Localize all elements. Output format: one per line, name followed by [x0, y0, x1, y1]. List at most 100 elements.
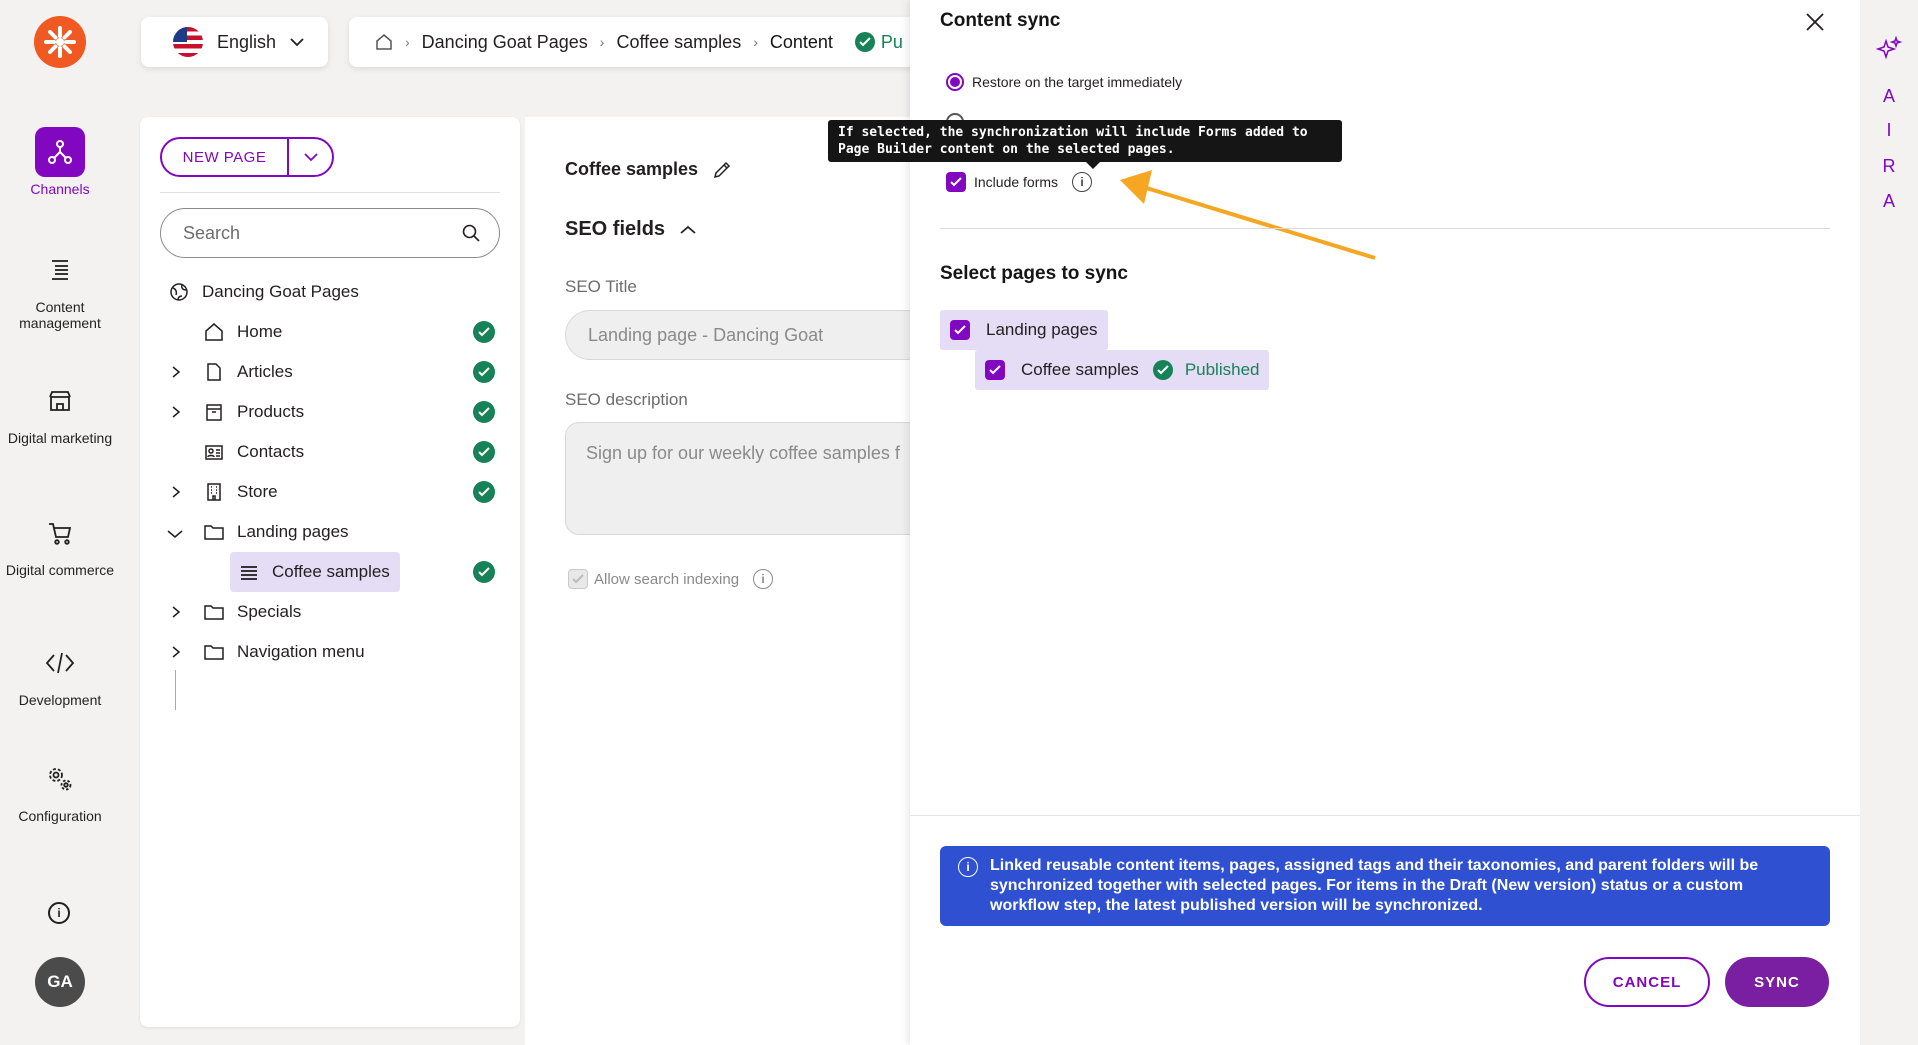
new-page-button-group: NEW PAGE: [160, 137, 334, 177]
nav-digital-marketing[interactable]: Digital marketing: [0, 376, 120, 446]
published-check-icon: [473, 481, 495, 503]
published-check-icon: [473, 561, 495, 583]
divider: [940, 228, 1830, 229]
cancel-button[interactable]: CANCEL: [1584, 957, 1710, 1007]
archive-icon: [203, 401, 225, 423]
info-icon[interactable]: i: [753, 569, 774, 589]
published-check-icon: [1152, 360, 1173, 380]
page-title: Coffee samples: [565, 159, 732, 180]
gears-icon: [35, 754, 85, 804]
nav-digital-marketing-label: Digital marketing: [7, 430, 113, 446]
status-badge: Published: [1152, 360, 1260, 380]
select-pages-title: Select pages to sync: [940, 263, 1128, 284]
close-icon[interactable]: [1803, 10, 1827, 34]
sparkle-icon[interactable]: [1876, 36, 1902, 62]
nav-content-management[interactable]: Content management: [0, 245, 120, 331]
nav-development[interactable]: Development: [0, 638, 120, 708]
sync-item-coffee-samples[interactable]: Coffee samples Published: [975, 350, 1270, 390]
tree-item-landing-pages[interactable]: Landing pages: [203, 512, 349, 552]
nav-channels[interactable]: Channels: [0, 127, 120, 197]
breadcrumb-item[interactable]: Coffee samples: [616, 32, 741, 53]
sync-item-label: Landing pages: [986, 320, 1098, 339]
chevron-right-icon[interactable]: [170, 646, 182, 658]
annotation-arrow: [1120, 170, 1376, 260]
checkbox[interactable]: [985, 360, 1005, 380]
radio-label: Restore on the target immediately: [972, 74, 1183, 90]
new-page-dropdown[interactable]: [289, 152, 332, 162]
tree-item-articles[interactable]: Articles: [203, 352, 293, 392]
list-icon: [238, 561, 260, 583]
left-navigation: Channels Content management Digital mark…: [0, 0, 120, 1045]
contact-card-icon: [203, 441, 225, 463]
allow-search-indexing[interactable]: Allow search indexing i: [568, 569, 774, 589]
nav-development-label: Development: [18, 692, 102, 708]
new-page-button[interactable]: NEW PAGE: [162, 139, 289, 175]
chevron-down-icon: [290, 38, 304, 47]
channels-icon: [35, 127, 85, 177]
allow-indexing-checkbox[interactable]: [568, 569, 588, 589]
include-forms-label: Include forms: [974, 174, 1059, 190]
page-tree-panel: NEW PAGE Search Dancing Goat Pages Home …: [140, 117, 520, 1027]
info-icon[interactable]: i: [1072, 172, 1093, 192]
language-selector[interactable]: English: [141, 17, 328, 67]
folder-icon: [203, 521, 225, 543]
info-icon[interactable]: i: [48, 902, 70, 924]
published-check-icon: [473, 401, 495, 423]
nav-content-management-label: Content management: [19, 299, 101, 331]
us-flag-icon: [173, 27, 203, 57]
tree-item-navigation-menu[interactable]: Navigation menu: [203, 632, 365, 672]
search-input[interactable]: Search: [160, 208, 500, 258]
radio-restore-immediately[interactable]: Restore on the target immediately: [946, 73, 1182, 91]
tree-item-store[interactable]: Store: [203, 472, 278, 512]
allow-indexing-label: Allow search indexing: [594, 570, 740, 588]
home-icon: [203, 321, 225, 343]
nav-configuration[interactable]: Configuration: [0, 754, 120, 824]
tree-item-home[interactable]: Home: [203, 312, 282, 352]
include-forms-checkbox[interactable]: [946, 172, 966, 192]
search-icon: [462, 224, 480, 242]
tree-item-specials[interactable]: Specials: [203, 592, 301, 632]
info-notice: i Linked reusable content items, pages, …: [940, 846, 1830, 926]
page-title-text: Coffee samples: [565, 159, 699, 179]
nav-configuration-label: Configuration: [18, 808, 102, 824]
divider: [910, 815, 1860, 816]
breadcrumb-item[interactable]: Dancing Goat Pages: [422, 32, 588, 53]
nav-digital-commerce[interactable]: Digital commerce: [0, 508, 120, 578]
tree-item-contacts[interactable]: Contacts: [203, 432, 304, 472]
status-badge-label: Published: [1184, 360, 1260, 379]
breadcrumb-separator: ›: [599, 34, 605, 50]
nav-digital-commerce-label: Digital commerce: [5, 562, 115, 578]
aira-letter: I: [1886, 120, 1892, 140]
sync-button[interactable]: SYNC: [1725, 957, 1829, 1007]
chevron-right-icon[interactable]: [170, 366, 182, 378]
aira-letter: A: [1882, 86, 1895, 106]
tree-item-coffee-samples[interactable]: Coffee samples: [230, 552, 400, 592]
avatar[interactable]: GA: [35, 957, 85, 1007]
aira-letter: A: [1882, 191, 1895, 211]
seo-description-input[interactable]: Sign up for our weekly coffee samples f: [565, 422, 965, 535]
seo-description-label: SEO description: [565, 390, 688, 409]
seo-section-header[interactable]: SEO fields: [565, 218, 697, 241]
chevron-right-icon[interactable]: [170, 406, 182, 418]
include-forms-option[interactable]: Include forms i: [946, 172, 1093, 192]
language-label: English: [217, 31, 277, 52]
chevron-up-icon: [680, 225, 696, 234]
edit-pencil-icon[interactable]: [712, 160, 732, 180]
folder-icon: [203, 601, 225, 623]
home-icon[interactable]: [375, 33, 393, 51]
seo-title-input[interactable]: Landing page - Dancing Goat: [565, 310, 965, 360]
tree-item-products[interactable]: Products: [203, 392, 304, 432]
tree-root[interactable]: Dancing Goat Pages: [168, 272, 359, 312]
sync-item-landing-pages[interactable]: Landing pages: [940, 310, 1108, 350]
chevron-right-icon[interactable]: [170, 486, 182, 498]
kentico-logo[interactable]: [34, 16, 86, 68]
seo-title-label: SEO Title: [565, 277, 637, 296]
dialog-title: Content sync: [940, 10, 1061, 31]
tree-item-label: Home: [237, 322, 283, 341]
chevron-right-icon[interactable]: [170, 606, 182, 618]
radio-button[interactable]: [946, 73, 964, 91]
chevron-down-icon[interactable]: [166, 528, 184, 540]
globe-icon: [168, 281, 190, 303]
page-icon: [203, 361, 225, 383]
checkbox[interactable]: [950, 320, 970, 340]
